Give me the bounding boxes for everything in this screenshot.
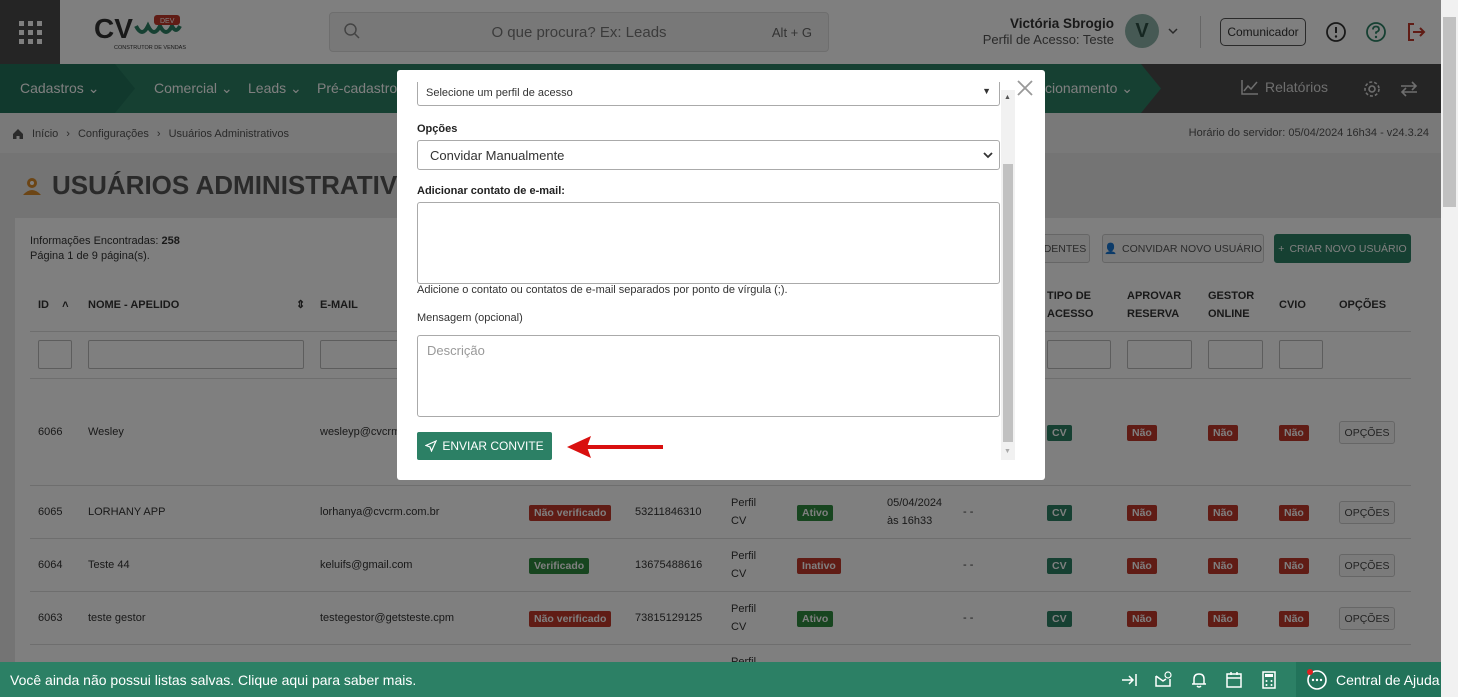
mail-star-icon[interactable] bbox=[1154, 671, 1172, 689]
collapse-right-icon[interactable] bbox=[1120, 671, 1138, 689]
red-arrow-annotation bbox=[567, 436, 663, 458]
opcoes-label: Opções bbox=[417, 123, 458, 135]
modal-scroll-thumb[interactable] bbox=[1003, 164, 1013, 442]
caret-down-icon: ▼ bbox=[982, 86, 991, 96]
opcoes-select[interactable]: Convidar Manualmente bbox=[417, 140, 1000, 170]
invite-modal: Selecione um perfil de acesso ▼ Opções C… bbox=[397, 70, 1045, 480]
email-label: Adicionar contato de e-mail: bbox=[417, 185, 565, 197]
saved-lists-message[interactable]: Você ainda não possui listas salvas. Cli… bbox=[10, 672, 416, 688]
footer-bar: Você ainda não possui listas salvas. Cli… bbox=[0, 662, 1441, 697]
close-icon[interactable] bbox=[1015, 78, 1035, 98]
scroll-down-icon[interactable]: ▼ bbox=[1004, 448, 1011, 455]
chevron-down-icon bbox=[983, 152, 993, 159]
calculator-icon[interactable] bbox=[1260, 671, 1278, 689]
page-scroll-thumb[interactable] bbox=[1443, 17, 1456, 207]
scroll-up-icon[interactable]: ▲ bbox=[1004, 94, 1011, 101]
calendar-icon[interactable] bbox=[1225, 671, 1243, 689]
chat-icon bbox=[1307, 668, 1327, 690]
email-textarea[interactable] bbox=[417, 202, 1000, 284]
email-help-text: Adicione o contato ou contatos de e-mail… bbox=[417, 284, 788, 296]
help-center-button[interactable]: Central de Ajuda bbox=[1296, 662, 1441, 697]
send-icon bbox=[425, 440, 438, 452]
bell-icon[interactable] bbox=[1190, 671, 1208, 689]
perfil-select[interactable]: Selecione um perfil de acesso ▼ bbox=[417, 82, 1000, 106]
mensagem-textarea[interactable]: Descrição bbox=[417, 335, 1000, 417]
modal-scrollbar[interactable]: ▲ ▼ bbox=[1001, 90, 1015, 460]
send-invite-button[interactable]: ENVIAR CONVITE bbox=[417, 432, 552, 460]
mensagem-label: Mensagem (opcional) bbox=[417, 312, 523, 324]
page-scrollbar[interactable] bbox=[1441, 0, 1458, 697]
